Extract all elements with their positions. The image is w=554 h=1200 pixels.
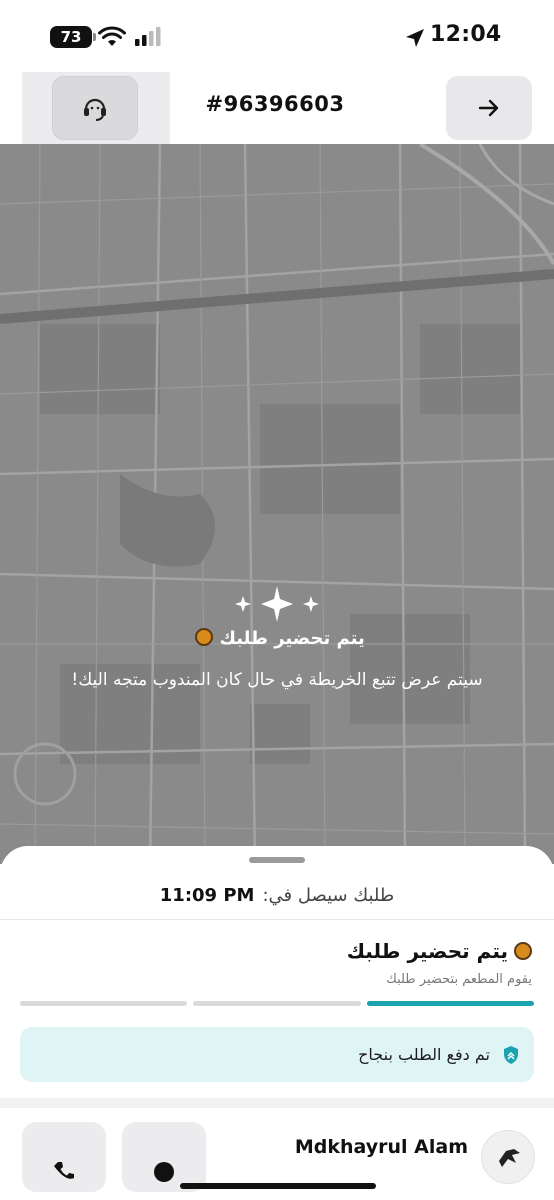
section-divider bbox=[0, 1098, 554, 1108]
map-preparing-subtitle: سيتم عرض تتبع الخريطة في حال كان المندوب… bbox=[71, 670, 483, 690]
order-status-title: يتم تحضير طلبك bbox=[347, 939, 532, 963]
clock: 12:04 bbox=[430, 22, 502, 47]
map-preparing-title: يتم تحضير طلبك bbox=[0, 628, 554, 649]
cooking-pan-icon bbox=[514, 941, 532, 960]
cooking-pan-icon bbox=[195, 628, 214, 646]
phone-icon bbox=[54, 1162, 74, 1179]
wifi-icon bbox=[98, 26, 126, 46]
call-driver-button[interactable] bbox=[22, 1122, 106, 1192]
courier-avatar-icon bbox=[499, 1149, 520, 1167]
eta-label: طلبك سيصل في: bbox=[262, 885, 395, 906]
sparkles-icon bbox=[235, 586, 319, 622]
location-arrow-icon bbox=[406, 29, 424, 47]
order-status-title-text: يتم تحضير طلبك bbox=[346, 939, 508, 963]
payment-success-text: تم دفع الطلب بنجاح bbox=[358, 1045, 490, 1064]
order-number: #96396603 bbox=[205, 92, 345, 116]
driver-avatar bbox=[481, 1130, 535, 1184]
chat-bubble-icon bbox=[154, 1162, 174, 1182]
cellular-signal-icon bbox=[135, 27, 161, 46]
progress-step-1 bbox=[366, 1001, 534, 1006]
order-status-subtitle: يقوم المطعم بتحضير طلبك bbox=[386, 972, 532, 987]
home-indicator bbox=[180, 1183, 376, 1189]
map-view[interactable]: يتم تحضير طلبك سيتم عرض تتبع الخريطة في … bbox=[0, 144, 554, 864]
arrow-right-icon bbox=[478, 99, 499, 117]
order-header: #96396603 bbox=[0, 72, 554, 144]
shield-check-icon bbox=[504, 1045, 518, 1064]
eta-row: طلبك سيصل في: 11:09 PM bbox=[0, 872, 554, 920]
sheet-drag-handle[interactable] bbox=[249, 857, 305, 863]
status-bar: 73 12:04 bbox=[0, 0, 554, 72]
headset-support-icon bbox=[84, 98, 106, 121]
progress-step-2 bbox=[193, 1001, 361, 1006]
map-preparing-title-text: يتم تحضير طلبك bbox=[219, 628, 365, 649]
map-background bbox=[0, 144, 554, 864]
order-progress-bar bbox=[20, 1001, 534, 1006]
eta-time: 11:09 PM bbox=[159, 885, 255, 906]
driver-name: Mdkhayrul Alam bbox=[294, 1136, 468, 1158]
support-button[interactable] bbox=[52, 76, 138, 140]
progress-step-3 bbox=[20, 1001, 188, 1006]
order-bottom-sheet[interactable]: طلبك سيصل في: 11:09 PM يتم تحضير طلبك يق… bbox=[0, 846, 554, 1200]
payment-success-banner: تم دفع الطلب بنجاح bbox=[20, 1027, 534, 1082]
chat-driver-button[interactable] bbox=[122, 1122, 206, 1192]
back-button[interactable] bbox=[446, 76, 532, 140]
battery-indicator: 73 bbox=[50, 26, 96, 48]
